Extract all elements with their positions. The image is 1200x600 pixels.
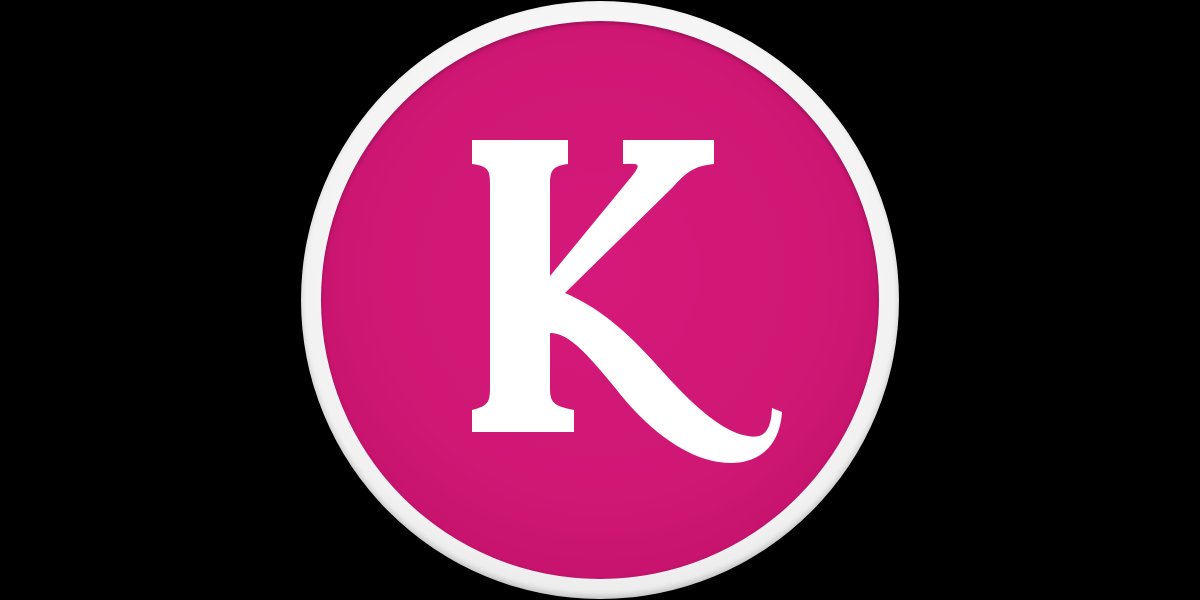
logo-outer-ring — [301, 1, 899, 599]
app-icon-canvas — [0, 0, 1200, 600]
logo-pink-disc — [321, 21, 879, 579]
